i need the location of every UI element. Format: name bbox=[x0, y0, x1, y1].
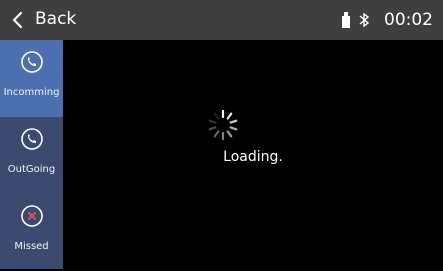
usb-icon bbox=[342, 12, 350, 28]
outgoing-call-icon bbox=[20, 128, 43, 150]
incoming-call-icon bbox=[20, 51, 43, 73]
tab-incoming[interactable]: Incomming bbox=[0, 40, 63, 117]
status-area: 00:02 bbox=[342, 0, 433, 40]
top-bar: Back 00:02 bbox=[0, 0, 443, 40]
missed-call-icon bbox=[20, 205, 43, 227]
back-label: Back bbox=[35, 9, 77, 29]
loading-text: Loading. bbox=[223, 149, 283, 165]
bluetooth-icon bbox=[359, 12, 370, 28]
sidebar: Incomming OutGoing Missed bbox=[0, 40, 63, 269]
tab-missed-label: Missed bbox=[14, 241, 49, 252]
back-button[interactable]: Back bbox=[0, 0, 110, 40]
tab-outgoing[interactable]: OutGoing bbox=[0, 117, 63, 194]
loading-spinner-icon bbox=[208, 109, 238, 141]
main-panel: Loading. bbox=[63, 40, 443, 269]
clock-time: 00:02 bbox=[384, 10, 433, 30]
tab-missed[interactable]: Missed bbox=[0, 194, 63, 271]
chevron-left-icon bbox=[12, 11, 23, 29]
tab-incoming-label: Incomming bbox=[3, 87, 60, 98]
tab-outgoing-label: OutGoing bbox=[7, 164, 56, 175]
